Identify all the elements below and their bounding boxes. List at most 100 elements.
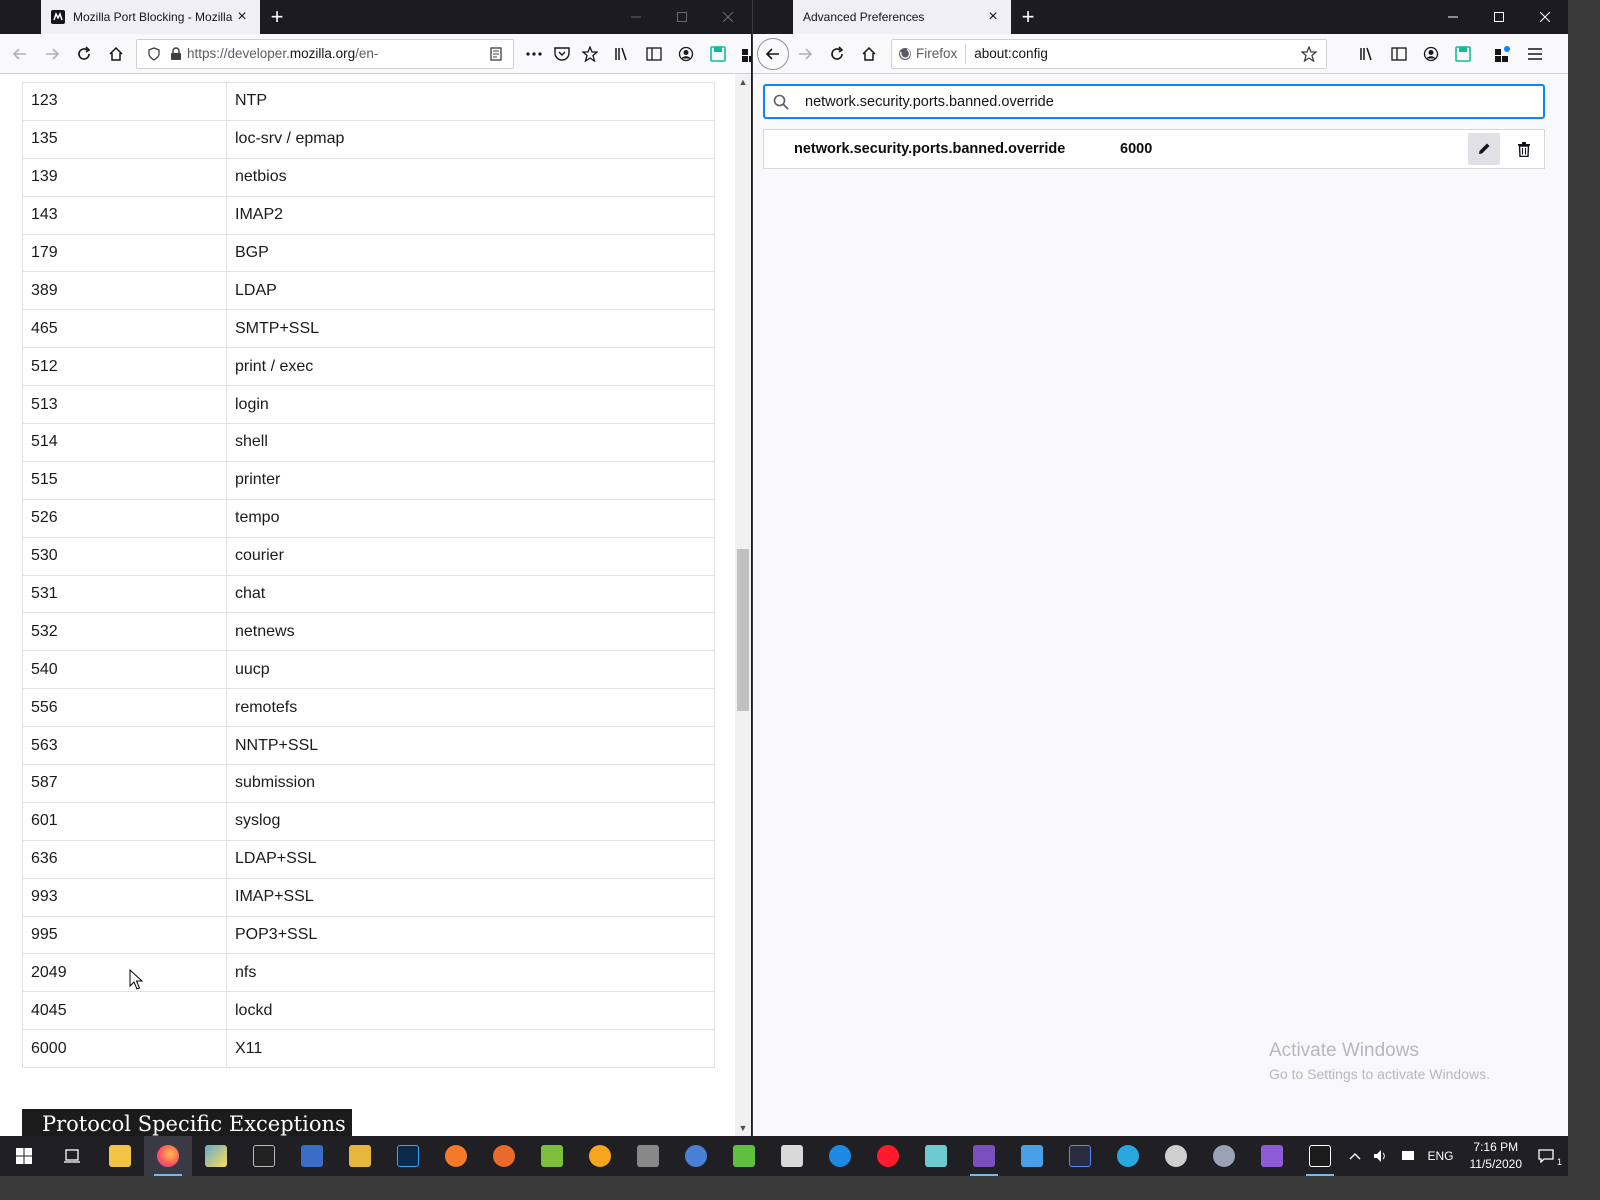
extensions-icon[interactable] — [1487, 38, 1519, 70]
page-actions-icon[interactable] — [518, 38, 550, 70]
clock[interactable]: 7:16 PM 11/5/2020 — [1460, 1139, 1533, 1173]
service-name-cell: BGP — [226, 233, 715, 273]
maximize-icon[interactable] — [1476, 0, 1522, 34]
url-bar[interactable]: https://developer.mozilla.org/en- — [136, 38, 514, 69]
visual-studio-icon[interactable] — [1248, 1136, 1296, 1176]
identity-box[interactable]: Firefox — [898, 43, 967, 64]
service-name-cell: IMAP2 — [226, 195, 715, 235]
scrollbar-thumb[interactable] — [737, 549, 749, 711]
infinity-app-icon[interactable] — [672, 1136, 720, 1176]
close-tab-icon[interactable]: × — [234, 8, 250, 25]
tab-mozilla-port-blocking[interactable]: Mozilla Port Blocking - Mozilla × — [41, 0, 260, 34]
tools-app-icon[interactable] — [624, 1136, 672, 1176]
close-tab-icon[interactable]: × — [985, 8, 1001, 25]
save-extension-icon[interactable] — [702, 38, 734, 70]
app-orange-icon[interactable] — [480, 1136, 528, 1176]
bookmark-star-icon[interactable] — [1298, 45, 1320, 62]
hamburger-menu-icon[interactable] — [1519, 38, 1551, 70]
task-view-icon[interactable] — [48, 1136, 96, 1176]
library-icon[interactable] — [1351, 38, 1383, 70]
display-icon[interactable] — [1395, 1150, 1421, 1162]
paint-app-icon[interactable] — [192, 1136, 240, 1176]
port-number-cell: 139 — [22, 157, 227, 197]
home-icon[interactable] — [853, 38, 885, 70]
font-app-icon[interactable] — [1296, 1136, 1344, 1176]
bookmark-star-icon[interactable] — [574, 38, 606, 70]
section-heading-protocol-exceptions: Protocol Specific Exceptions — [22, 1109, 352, 1136]
network-app-icon[interactable] — [1104, 1136, 1152, 1176]
url-domain: mozilla.org — [289, 46, 356, 61]
port-number-cell: 143 — [22, 195, 227, 235]
port-number-cell: 512 — [22, 347, 227, 387]
sidebar-icon[interactable] — [638, 38, 670, 70]
new-tab-button[interactable]: + — [260, 0, 294, 34]
delete-trash-icon[interactable] — [1508, 133, 1540, 165]
blender-icon[interactable] — [432, 1136, 480, 1176]
url-text: https://developer.mozilla.org/en- — [187, 46, 485, 61]
extensions-icon[interactable] — [734, 38, 751, 70]
sun-app-icon[interactable] — [576, 1136, 624, 1176]
forward-arrow-icon[interactable] — [36, 38, 68, 70]
minimize-icon[interactable] — [613, 0, 659, 34]
disk-app-icon[interactable] — [288, 1136, 336, 1176]
close-window-icon[interactable] — [1522, 0, 1568, 34]
close-window-icon[interactable] — [705, 0, 751, 34]
media-app-icon[interactable] — [768, 1136, 816, 1176]
opera-icon[interactable] — [864, 1136, 912, 1176]
green-app-icon[interactable] — [720, 1136, 768, 1176]
blue-app-icon[interactable] — [816, 1136, 864, 1176]
reload-icon[interactable] — [821, 38, 853, 70]
account-icon[interactable] — [1415, 38, 1447, 70]
save-extension-icon[interactable] — [1447, 38, 1479, 70]
dark-app-icon[interactable] — [1056, 1136, 1104, 1176]
edit-pencil-icon[interactable] — [1468, 133, 1500, 165]
scroll-up-icon[interactable]: ▲ — [735, 74, 751, 90]
new-tab-button[interactable]: + — [1011, 0, 1045, 34]
reload-icon[interactable] — [68, 38, 100, 70]
pocket-icon[interactable] — [550, 38, 574, 70]
home-icon[interactable] — [100, 38, 132, 70]
firefox-taskbar-icon[interactable] — [144, 1136, 192, 1176]
minimize-icon[interactable] — [1430, 0, 1476, 34]
grey-app-icon[interactable] — [1200, 1136, 1248, 1176]
account-icon[interactable] — [670, 38, 702, 70]
right-navbar: Firefox about:config — [753, 34, 1568, 74]
folder-icon[interactable] — [336, 1136, 384, 1176]
notification-icon[interactable]: 1 — [1532, 1149, 1568, 1167]
port-number-cell: 601 — [22, 801, 227, 841]
tracking-shield-icon[interactable] — [143, 46, 165, 61]
sidebar-icon[interactable] — [1383, 38, 1415, 70]
back-arrow-icon[interactable] — [4, 38, 36, 70]
port-number-cell: 123 — [22, 82, 227, 121]
gear-app-icon[interactable] — [1152, 1136, 1200, 1176]
scroll-down-icon[interactable]: ▼ — [735, 1120, 751, 1136]
window-controls — [613, 0, 751, 34]
file-explorer-icon[interactable] — [96, 1136, 144, 1176]
terminal-icon[interactable] — [240, 1136, 288, 1176]
url-bar[interactable]: Firefox about:config — [891, 38, 1327, 69]
preference-value[interactable]: 6000 — [1120, 141, 1468, 157]
photoshop-icon[interactable] — [384, 1136, 432, 1176]
mdn-page-content: 123 NTP 135 loc-srv / epmap 139 netbios 143 IMA… — [0, 74, 735, 1136]
maximize-icon[interactable] — [659, 0, 705, 34]
library-icon[interactable] — [606, 38, 638, 70]
teal-app-icon[interactable] — [912, 1136, 960, 1176]
tab-advanced-preferences[interactable]: Advanced Preferences × — [793, 0, 1011, 34]
notification-count: 1 — [1556, 1157, 1562, 1167]
search-icon — [773, 94, 791, 110]
volume-icon[interactable] — [1367, 1149, 1395, 1163]
lock-icon[interactable] — [165, 46, 187, 61]
spreadsheet-app-icon[interactable] — [528, 1136, 576, 1176]
left-titlebar: Mozilla Port Blocking - Mozilla × + — [0, 0, 751, 34]
map-app-icon[interactable] — [1008, 1136, 1056, 1176]
chevron-up-icon[interactable] — [1343, 1152, 1367, 1160]
url-prefix: https://developer. — [187, 46, 290, 61]
start-windows-icon[interactable] — [0, 1136, 48, 1176]
language-indicator[interactable]: ENG — [1421, 1149, 1459, 1163]
reader-view-icon[interactable] — [485, 46, 507, 61]
page-scrollbar[interactable]: ▲ ▼ — [735, 74, 751, 1136]
preference-search-input[interactable]: network.security.ports.banned.override — [763, 84, 1545, 119]
back-arrow-icon[interactable] — [757, 37, 789, 70]
visual-studio-code-icon[interactable] — [960, 1136, 1008, 1176]
forward-arrow-icon[interactable] — [789, 38, 821, 70]
